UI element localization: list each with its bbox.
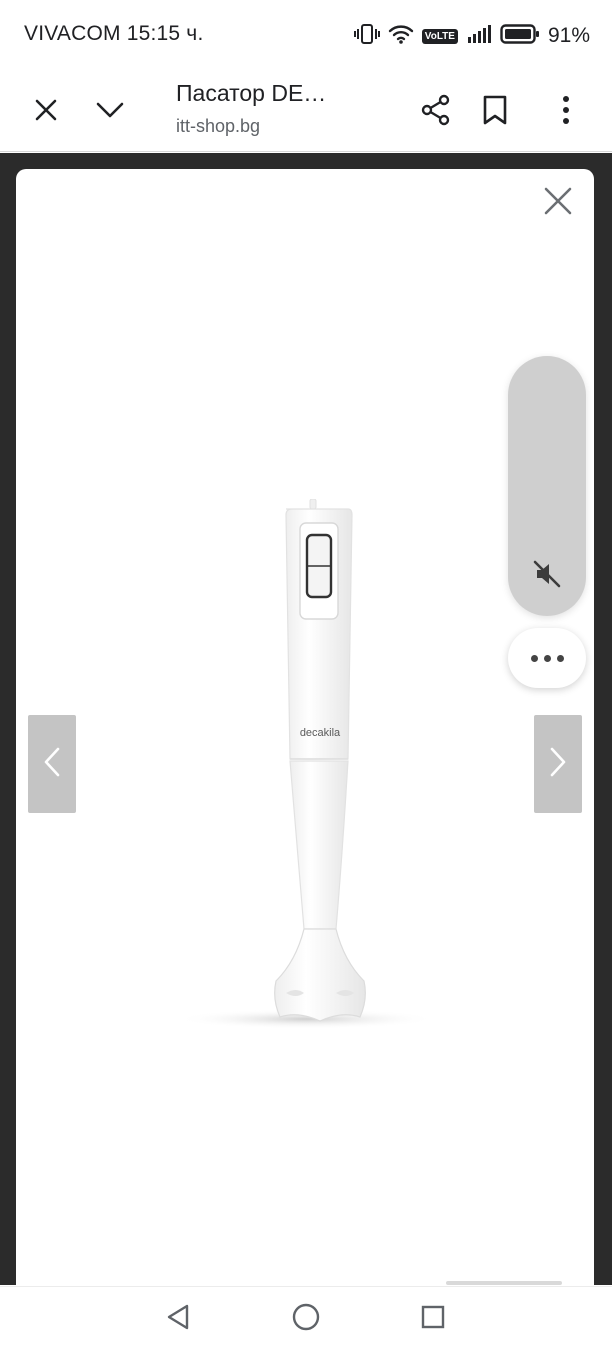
more-horiz-icon (530, 654, 538, 662)
more-vert-icon (561, 95, 571, 130)
signal-icon (466, 23, 492, 50)
bottom-sheet-handle[interactable] (446, 1281, 562, 1285)
more-options-button[interactable] (538, 84, 594, 140)
volte-badge: VoLTE (421, 28, 458, 44)
close-icon (542, 185, 574, 222)
close-icon (33, 97, 59, 128)
volume-more-button[interactable] (508, 628, 586, 688)
chevron-down-icon (95, 100, 125, 125)
battery-percent: 91% (547, 24, 590, 47)
volume-slider-panel[interactable] (508, 356, 586, 616)
wifi-icon (388, 23, 414, 50)
home-circle-icon (291, 1302, 321, 1337)
share-icon (420, 94, 452, 131)
bookmark-button[interactable] (467, 84, 523, 140)
bookmark-icon (482, 95, 508, 130)
share-button[interactable] (408, 84, 464, 140)
browser-toolbar: Пасатор DE… itt-shop.bg (0, 72, 612, 152)
status-icons: VoLTE 91% (353, 22, 590, 50)
close-tab-button[interactable] (18, 84, 74, 140)
product-image: decakila (166, 498, 446, 1039)
recents-button[interactable] (411, 1297, 455, 1341)
back-triangle-icon (165, 1303, 191, 1336)
carrier-time: VIVACOM 15:15 ч. (24, 22, 204, 45)
page-title: Пасатор DE… (176, 80, 327, 106)
prev-image-button[interactable] (28, 715, 76, 813)
more-horiz-dot (543, 654, 551, 662)
chevron-left-icon (42, 746, 62, 783)
chevron-right-icon (548, 746, 568, 783)
status-bar: VIVACOM 15:15 ч. VoLTE 91% (0, 0, 612, 72)
volume-off-icon (531, 558, 563, 595)
next-image-button[interactable] (534, 715, 582, 813)
brand-logo-text: decakila (300, 727, 341, 739)
vibrate-icon (353, 23, 380, 50)
lightbox-close-button[interactable] (536, 181, 580, 225)
home-button[interactable] (284, 1297, 328, 1341)
more-horiz-dot (556, 654, 564, 662)
minimize-tab-button[interactable] (82, 84, 138, 140)
system-nav-bar (0, 1286, 612, 1350)
back-button[interactable] (156, 1297, 200, 1341)
page-url: itt-shop.bg (176, 116, 261, 136)
image-lightbox: decakila (16, 169, 594, 1285)
recents-square-icon (420, 1304, 446, 1335)
battery-icon (500, 23, 540, 50)
mute-toggle-button[interactable] (527, 556, 567, 596)
